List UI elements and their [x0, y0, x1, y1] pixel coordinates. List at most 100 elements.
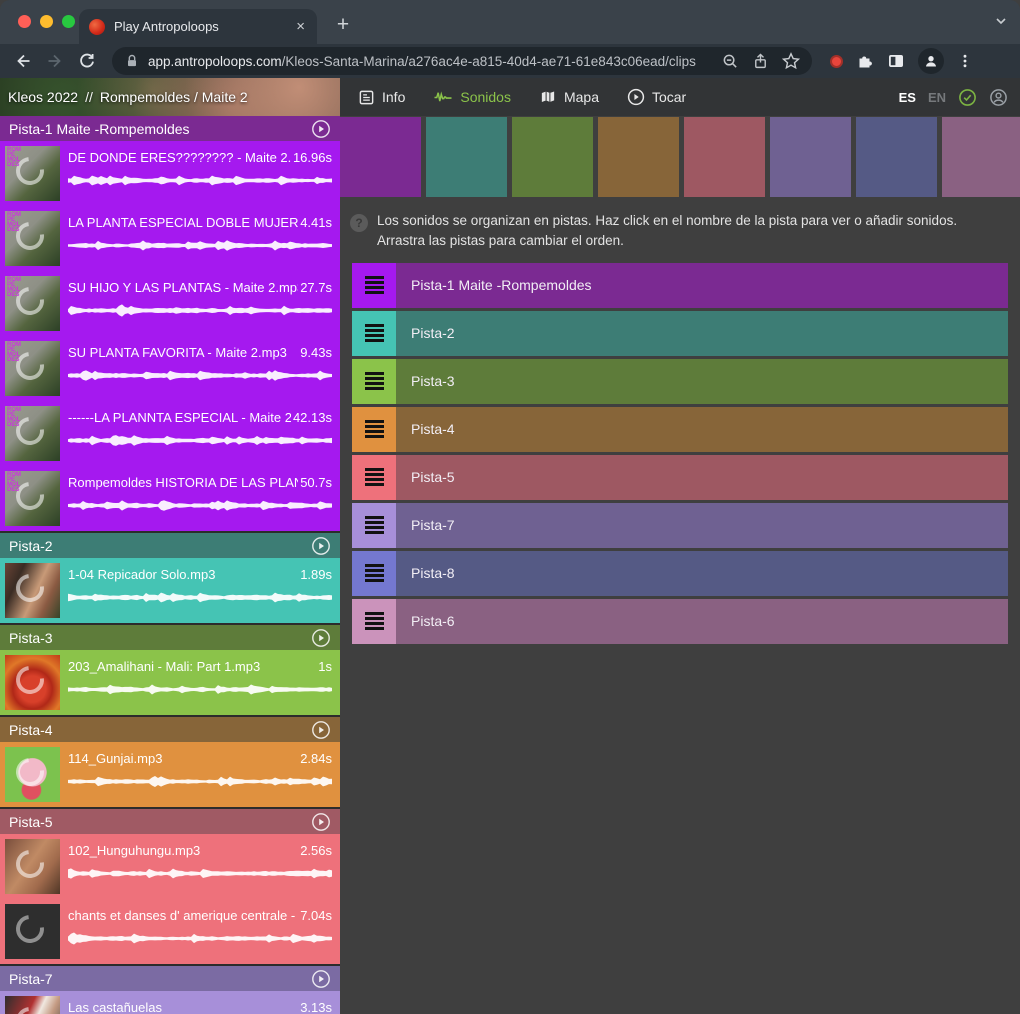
reload-button[interactable] — [74, 48, 100, 74]
window-controls[interactable] — [18, 15, 75, 28]
loop-arc-icon — [10, 844, 49, 883]
breadcrumb-project[interactable]: Kleos 2022 — [8, 89, 78, 105]
clip-item[interactable]: 102_Hunguhungu.mp32.56s — [0, 834, 340, 899]
tab-close-icon[interactable]: × — [294, 19, 307, 34]
clip-item[interactable]: 114_Gunjai.mp32.84s — [0, 742, 340, 807]
extensions-puzzle-icon[interactable] — [856, 52, 874, 70]
record-extension-icon[interactable] — [830, 55, 843, 68]
play-track-icon[interactable] — [311, 119, 331, 139]
drag-handle-icon[interactable] — [352, 551, 396, 596]
clip-item[interactable]: 203_Amalihani - Mali: Part 1.mp31s — [0, 650, 340, 715]
track-row[interactable]: Pista-2 — [352, 311, 1008, 356]
account-icon[interactable] — [989, 88, 1008, 107]
track-row-label: Pista-4 — [396, 421, 455, 437]
track-row-body[interactable]: Pista-1 Maite -Rompemoldes — [396, 263, 1008, 308]
track-row[interactable]: Pista-7 — [352, 503, 1008, 548]
track-section: Pista-5102_Hunguhungu.mp32.56schants et … — [0, 809, 340, 964]
share-icon[interactable] — [752, 53, 769, 70]
track-row-body[interactable]: Pista-3 — [396, 359, 1008, 404]
new-tab-button[interactable]: + — [330, 13, 356, 39]
nav-item-info[interactable]: Info — [358, 89, 405, 106]
clip-item[interactable]: ROMPEMOLDES------LA PLANNTA ESPECIAL - M… — [0, 401, 340, 466]
track-section: Pista-4114_Gunjai.mp32.84s — [0, 717, 340, 807]
bookmark-star-icon[interactable] — [782, 52, 800, 70]
address-bar[interactable]: app.antropoloops.com/Kleos-Santa-Marina/… — [112, 47, 812, 75]
window-zoom-button[interactable] — [62, 15, 75, 28]
track-section-header[interactable]: Pista-1 Maite -Rompemoldes — [0, 116, 340, 141]
clip-waveform[interactable] — [68, 681, 332, 698]
play-track-icon[interactable] — [311, 536, 331, 556]
back-button[interactable] — [10, 48, 36, 74]
clip-item[interactable]: chants et danses d' amerique centrale - … — [0, 899, 340, 964]
clips-container: 1-04 Repicador Solo.mp31.89s — [0, 558, 340, 623]
clip-thumbnail-plant-thumbnail: ROMPEMOLDES — [5, 276, 60, 331]
clip-waveform[interactable] — [68, 172, 332, 189]
tab-search-chevron-icon[interactable] — [994, 14, 1008, 28]
drag-handle-icon[interactable] — [352, 599, 396, 644]
clip-waveform[interactable] — [68, 589, 332, 606]
track-section-header[interactable]: Pista-5 — [0, 809, 340, 834]
track-row[interactable]: Pista-5 — [352, 455, 1008, 500]
browser-tab[interactable]: Play Antropoloops × — [79, 9, 317, 44]
track-row-body[interactable]: Pista-4 — [396, 407, 1008, 452]
play-track-icon[interactable] — [311, 628, 331, 648]
track-section-header[interactable]: Pista-3 — [0, 625, 340, 650]
track-row-body[interactable]: Pista-6 — [396, 599, 1008, 644]
clip-item[interactable]: ROMPEMOLDESDE DONDE ERES???????? - Maite… — [0, 141, 340, 206]
track-row-body[interactable]: Pista-7 — [396, 503, 1008, 548]
track-section-header[interactable]: Pista-7 — [0, 966, 340, 991]
clip-waveform[interactable] — [68, 237, 332, 254]
track-row-body[interactable]: Pista-2 — [396, 311, 1008, 356]
clip-item[interactable]: ROMPEMOLDESRompemoldes HISTORIA DE LAS P… — [0, 466, 340, 531]
drag-handle-icon[interactable] — [352, 455, 396, 500]
clip-waveform[interactable] — [68, 432, 332, 449]
track-list: Pista-1 Maite -RompemoldesPista-2Pista-3… — [352, 263, 1008, 644]
play-track-icon[interactable] — [311, 812, 331, 832]
drag-handle-icon[interactable] — [352, 311, 396, 356]
clip-waveform[interactable] — [68, 302, 332, 319]
drag-handle-icon[interactable] — [352, 359, 396, 404]
nav-item-label: Tocar — [652, 89, 686, 105]
track-section-header[interactable]: Pista-2 — [0, 533, 340, 558]
clip-waveform[interactable] — [68, 367, 332, 384]
forward-button[interactable] — [42, 48, 68, 74]
drag-handle-icon[interactable] — [352, 407, 396, 452]
app-nav: Info Sonidos Mapa Tocar — [340, 78, 686, 116]
track-section-header[interactable]: Pista-4 — [0, 717, 340, 742]
saved-check-icon[interactable] — [958, 88, 977, 107]
clip-item[interactable]: Las castañuelas3.13s — [0, 991, 340, 1014]
clip-item[interactable]: ROMPEMOLDESLA PLANTA ESPECIAL DOBLE MUJE… — [0, 206, 340, 271]
zoom-out-icon[interactable] — [722, 53, 739, 70]
track-row[interactable]: Pista-6 — [352, 599, 1008, 644]
clip-waveform[interactable] — [68, 497, 332, 514]
nav-item-sonidos[interactable]: Sonidos — [433, 89, 511, 106]
window-minimize-button[interactable] — [40, 15, 53, 28]
track-row[interactable]: Pista-4 — [352, 407, 1008, 452]
drag-handle-icon[interactable] — [352, 503, 396, 548]
map-icon — [539, 89, 557, 106]
play-track-icon[interactable] — [311, 720, 331, 740]
language-es-button[interactable]: ES — [899, 90, 916, 105]
language-en-button[interactable]: EN — [928, 90, 946, 105]
side-panel-icon[interactable] — [887, 52, 905, 70]
drag-handle-icon[interactable] — [352, 263, 396, 308]
browser-menu-kebab-icon[interactable] — [957, 53, 973, 69]
nav-item-mapa[interactable]: Mapa — [539, 89, 599, 106]
track-row-body[interactable]: Pista-8 — [396, 551, 1008, 596]
profile-avatar[interactable] — [918, 48, 944, 74]
nav-item-label: Info — [382, 89, 405, 105]
track-row-body[interactable]: Pista-5 — [396, 455, 1008, 500]
window-close-button[interactable] — [18, 15, 31, 28]
breadcrumb[interactable]: Kleos 2022 // Rompemoldes / Maite 2 — [0, 78, 340, 116]
clip-item[interactable]: ROMPEMOLDESSU PLANTA FAVORITA - Maite 2.… — [0, 336, 340, 401]
clip-item[interactable]: ROMPEMOLDESSU HIJO Y LAS PLANTAS - Maite… — [0, 271, 340, 336]
track-row[interactable]: Pista-1 Maite -Rompemoldes — [352, 263, 1008, 308]
nav-item-tocar[interactable]: Tocar — [627, 88, 686, 106]
track-row[interactable]: Pista-8 — [352, 551, 1008, 596]
track-row[interactable]: Pista-3 — [352, 359, 1008, 404]
clip-item[interactable]: 1-04 Repicador Solo.mp31.89s — [0, 558, 340, 623]
clip-waveform[interactable] — [68, 773, 332, 790]
clip-waveform[interactable] — [68, 930, 332, 947]
play-track-icon[interactable] — [311, 969, 331, 989]
clip-waveform[interactable] — [68, 865, 332, 882]
